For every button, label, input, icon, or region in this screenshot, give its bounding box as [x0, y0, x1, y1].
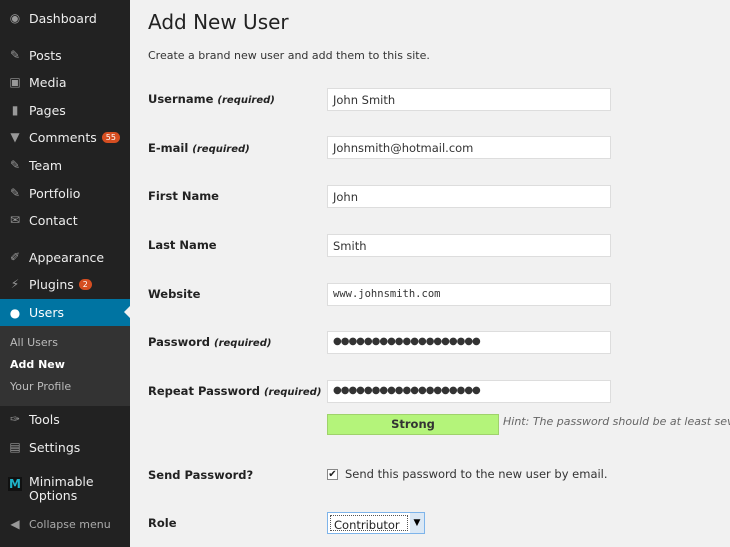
submenu-your-profile[interactable]: Your Profile: [10, 380, 71, 393]
sidebar-item-team[interactable]: ✎ Team: [0, 152, 130, 178]
repeat-password-input[interactable]: ●●●●●●●●●●●●●●●●●●●: [327, 380, 611, 403]
password-label: Password (required): [148, 335, 271, 349]
m-logo-icon: M: [8, 477, 22, 491]
collapse-menu-button[interactable]: ◀ Collapse menu: [0, 511, 130, 537]
sidebar-item-posts[interactable]: ✎ Posts: [0, 42, 130, 68]
last-name-input[interactable]: Smith: [327, 234, 611, 257]
label: Contact: [29, 212, 78, 228]
website-input[interactable]: www.johnsmith.com: [327, 283, 611, 306]
send-password-checkbox[interactable]: ✔: [327, 469, 338, 480]
sidebar-item-dashboard[interactable]: ◉ Dashboard: [0, 5, 130, 31]
password-input[interactable]: ●●●●●●●●●●●●●●●●●●●: [327, 331, 611, 354]
collapse-icon: ◀: [10, 517, 20, 531]
label: Tools: [29, 411, 60, 427]
sidebar-item-media[interactable]: ▣ Media: [0, 69, 130, 95]
required-note: (required): [263, 387, 322, 398]
username-input[interactable]: John Smith: [327, 88, 611, 111]
email-label: E-mail (required): [148, 141, 250, 155]
email-input[interactable]: Johnsmith@hotmail.com: [327, 136, 611, 159]
sidebar-item-contact[interactable]: ✉ Contact: [0, 207, 130, 233]
sidebar-item-minimable-options[interactable]: M Minimable Options: [0, 475, 130, 507]
password-hint: Hint: The password should be at least se…: [503, 415, 730, 428]
role-select[interactable]: Contributor ▼: [327, 512, 425, 534]
media-icon: ▣: [9, 75, 21, 89]
sidebar-item-pages[interactable]: ▮ Pages: [0, 97, 130, 123]
submenu-all-users[interactable]: All Users: [10, 336, 58, 349]
brush-icon: ✐: [9, 250, 21, 264]
website-label: Website: [148, 287, 201, 301]
comments-count-badge: 55: [101, 131, 120, 143]
label: Pages: [29, 102, 66, 118]
pin-icon: ✎: [9, 158, 21, 172]
dashboard-icon: ◉: [9, 11, 21, 25]
plug-icon: ⚡: [10, 277, 20, 291]
sidebar-item-appearance[interactable]: ✐ Appearance: [0, 244, 130, 270]
settings-icon: ▤: [9, 440, 21, 454]
sidebar-item-portfolio[interactable]: ✎ Portfolio: [0, 180, 130, 206]
comment-icon: ▼: [10, 130, 20, 144]
role-value: Contributor: [330, 515, 408, 532]
label: Appearance: [29, 249, 105, 265]
text: E-mail: [148, 141, 189, 155]
label: Comments: [29, 129, 97, 145]
page-title: Add New User: [148, 10, 289, 34]
required-note: (required): [214, 338, 272, 349]
pin-icon: ✎: [9, 48, 21, 62]
label: Dashboard: [29, 10, 97, 26]
label: Users: [29, 305, 65, 320]
chevron-down-icon: ▼: [410, 513, 424, 533]
plugins-count-badge: 2: [78, 278, 92, 290]
label: Plugins: [29, 276, 74, 292]
user-icon: ●: [9, 305, 21, 320]
users-submenu: All Users Add New Your Profile: [0, 326, 130, 406]
label-line1: Minimable: [29, 474, 94, 489]
text: Repeat Password: [148, 384, 260, 398]
username-label: Username (required): [148, 92, 275, 106]
label: Media: [29, 74, 67, 90]
required-note: (required): [217, 95, 275, 106]
label: Settings: [29, 439, 81, 455]
wrench-icon: ✑: [9, 412, 21, 426]
label-line2: Options: [29, 488, 78, 503]
sidebar-item-plugins[interactable]: ⚡ Plugins 2: [0, 271, 130, 297]
text: Password: [148, 335, 210, 349]
password-strength-indicator: Strong: [327, 414, 499, 435]
pages-icon: ▮: [11, 103, 19, 117]
pin-icon: ✎: [9, 186, 21, 200]
sidebar-item-users[interactable]: ● Users: [0, 299, 130, 326]
label: Portfolio: [29, 185, 81, 201]
submenu-add-new[interactable]: Add New: [10, 358, 65, 371]
label: Posts: [29, 47, 62, 63]
send-password-label: Send Password?: [148, 468, 254, 482]
required-note: (required): [192, 144, 250, 155]
page-description: Create a brand new user and add them to …: [148, 49, 430, 62]
admin-sidebar: ◉ Dashboard ✎ Posts ▣ Media ▮ Pages ▼ Comment…: [0, 0, 130, 547]
label: Collapse menu: [29, 517, 111, 531]
first-name-label: First Name: [148, 189, 219, 203]
first-name-input[interactable]: John: [327, 185, 611, 208]
envelope-icon: ✉: [9, 213, 21, 227]
repeat-password-label: Repeat Password (required): [148, 384, 321, 398]
sidebar-item-settings[interactable]: ▤ Settings: [0, 434, 130, 460]
sidebar-item-tools[interactable]: ✑ Tools: [0, 406, 130, 432]
label: Team: [29, 157, 63, 173]
text: Username: [148, 92, 214, 106]
last-name-label: Last Name: [148, 238, 217, 252]
role-label: Role: [148, 516, 177, 530]
send-password-checkbox-label[interactable]: Send this password to the new user by em…: [345, 467, 608, 481]
sidebar-item-comments[interactable]: ▼ Comments 55: [0, 124, 130, 150]
label: Minimable Options: [29, 475, 94, 503]
